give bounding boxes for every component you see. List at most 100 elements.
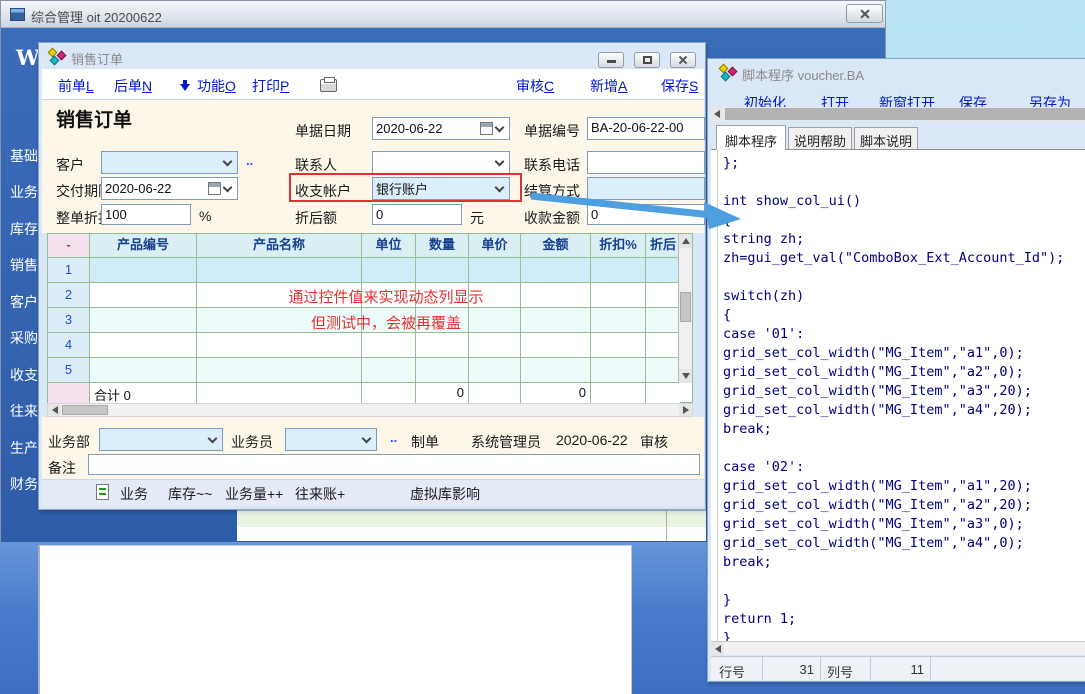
customer-label: 客户 [56, 155, 84, 175]
receipt-input[interactable]: 0 [587, 204, 705, 225]
chevron-down-icon [223, 182, 233, 192]
minimize-button[interactable] [598, 52, 624, 68]
sales-titlebar[interactable]: 销售订单 [39, 43, 705, 69]
vertical-scrollbar[interactable] [678, 234, 692, 383]
sidebar-item-shengchan[interactable]: 生产 [10, 438, 40, 456]
doc-date-input[interactable]: 2020-06-22 [372, 117, 510, 140]
save-link[interactable]: 保存S [661, 76, 698, 96]
scroll-right-button[interactable] [679, 404, 692, 416]
after-unit: 元 [470, 208, 484, 228]
phone-label: 联系电话 [524, 155, 580, 175]
doc-no-label: 单据编号 [524, 121, 580, 141]
customer-browse-dots[interactable]: .. [246, 153, 253, 168]
discount-input[interactable]: 100 [101, 204, 191, 225]
tab-help[interactable]: 说明帮助 [788, 127, 852, 149]
calendar-icon [480, 122, 493, 135]
script-titlebar[interactable]: 脚本程序 voucher.BA [708, 59, 1085, 85]
chevron-down-icon [495, 182, 505, 192]
chevron-down-icon [208, 433, 218, 443]
table-row[interactable]: 2 [48, 283, 692, 308]
tab-script[interactable]: 脚本程序 [716, 125, 786, 150]
dept-combobox[interactable] [99, 428, 223, 451]
col-no-value: 11 [871, 657, 931, 680]
code-horizontal-scrollbar[interactable] [711, 641, 1085, 655]
minimize-icon [607, 60, 616, 63]
scrollbar-thumb[interactable] [62, 405, 108, 415]
horizontal-scrollbar[interactable] [47, 403, 693, 417]
next-doc-link[interactable]: 后单N [114, 76, 152, 96]
desktop: 综合管理 oit 20200622 W 基础 业务 库存 销售 客户 采购 收支… [0, 0, 1085, 694]
table-row[interactable]: 4 [48, 333, 692, 358]
table-row[interactable]: 5 [48, 358, 692, 383]
brand-logo: W [16, 45, 40, 70]
app-icon [10, 8, 25, 21]
after-input[interactable]: 0 [372, 204, 462, 225]
sidebar-item-caiwu[interactable]: 财务 [10, 474, 40, 492]
header-cell[interactable]: 折扣% [591, 234, 646, 258]
sidebar-item-caigou[interactable]: 采购 [10, 328, 40, 346]
note-input[interactable] [88, 454, 700, 475]
contact-combobox[interactable] [372, 151, 510, 174]
doc-no-input[interactable]: BA-20-06-22-00 [587, 117, 705, 140]
main-close-button[interactable] [846, 4, 883, 23]
status-link-wanglaizhang[interactable]: 往来账+ [295, 484, 345, 504]
close-button[interactable] [670, 52, 696, 68]
deliver-date-input[interactable]: 2020-06-22 [101, 177, 238, 200]
status-link-kucun[interactable]: 库存~~ [168, 484, 212, 504]
status-link-yewu[interactable]: 业务 [120, 484, 148, 504]
table-row[interactable]: 3 [48, 308, 692, 333]
header-cell[interactable]: 产品名称 [197, 234, 362, 258]
sidebar-item-shouzhi[interactable]: 收支 [10, 365, 40, 383]
scroll-left-button[interactable] [48, 404, 61, 416]
code-text[interactable]: }; int show_col_ui() { string zh; zh=gui… [723, 154, 1064, 641]
sidebar-item-wanglai[interactable]: 往来 [10, 401, 40, 419]
phone-input[interactable] [587, 151, 705, 174]
maximize-button[interactable] [634, 52, 660, 68]
code-editor[interactable]: }; int show_col_ui() { string zh; zh=gui… [711, 149, 1085, 641]
arrow-right-icon [683, 406, 689, 414]
add-link[interactable]: 新增A [590, 76, 627, 96]
header-cell[interactable]: 产品编号 [90, 234, 197, 258]
scroll-left-button[interactable] [711, 642, 724, 655]
total-amount: 0 [521, 383, 591, 403]
header-cell[interactable]: 折后 [646, 234, 680, 258]
arrow-left-icon[interactable] [714, 110, 720, 118]
header-cell[interactable]: 金额 [521, 234, 591, 258]
table-row[interactable]: 1 [48, 258, 692, 283]
sidebar-item-jichu[interactable]: 基础 [10, 146, 40, 164]
customer-combobox[interactable] [101, 151, 238, 174]
salesman-combobox[interactable] [285, 428, 377, 451]
salesman-label: 业务员 [231, 432, 273, 452]
account-combobox[interactable]: 银行账户 [372, 177, 510, 200]
date-label: 单据日期 [295, 121, 351, 141]
doc-title: 销售订单 [56, 105, 132, 132]
sidebar-item-kucun[interactable]: 库存 [10, 219, 40, 237]
salesman-browse-dots[interactable]: .. [390, 430, 397, 445]
prev-doc-link[interactable]: 前单L [58, 76, 94, 96]
function-link[interactable]: 功能O [197, 76, 236, 96]
main-titlebar[interactable]: 综合管理 oit 20200622 [1, 1, 885, 28]
sidebar-item-xiaoshou[interactable]: 销售 [10, 255, 40, 273]
header-cell[interactable]: 数量 [416, 234, 469, 258]
audit-link[interactable]: 审核C [516, 76, 554, 96]
scroll-down-button[interactable] [679, 369, 692, 383]
status-link-yewuliang[interactable]: 业务量++ [225, 484, 283, 504]
sidebar-item-yewu[interactable]: 业务 [10, 182, 40, 200]
header-cell[interactable]: 单位 [362, 234, 416, 258]
function-dropdown-icon[interactable] [180, 80, 192, 91]
sidebar-item-kehu[interactable]: 客户 [10, 292, 40, 310]
audit-label: 审核 [640, 432, 668, 452]
table-header-row: - 产品编号 产品名称 单位 数量 单价 金额 折扣% 折后 [48, 234, 692, 258]
scrollbar-thumb[interactable] [680, 292, 691, 322]
status-link-xunikuyingxiang[interactable]: 虚拟库影响 [410, 484, 480, 504]
tab-description[interactable]: 脚本说明 [854, 127, 918, 149]
header-cell[interactable]: - [48, 234, 90, 258]
script-editor-window: 脚本程序 voucher.BA 初始化 打开 新窗打开 保存 另存为 脚本程序 … [707, 58, 1085, 682]
settle-input[interactable] [587, 177, 705, 200]
refresh-doc-icon[interactable] [96, 484, 109, 500]
scroll-up-button[interactable] [679, 234, 692, 248]
printer-icon[interactable] [320, 79, 337, 92]
header-cell[interactable]: 单价 [469, 234, 521, 258]
toolbar-scroll-strip[interactable] [711, 107, 1085, 121]
print-link[interactable]: 打印P [252, 76, 289, 96]
